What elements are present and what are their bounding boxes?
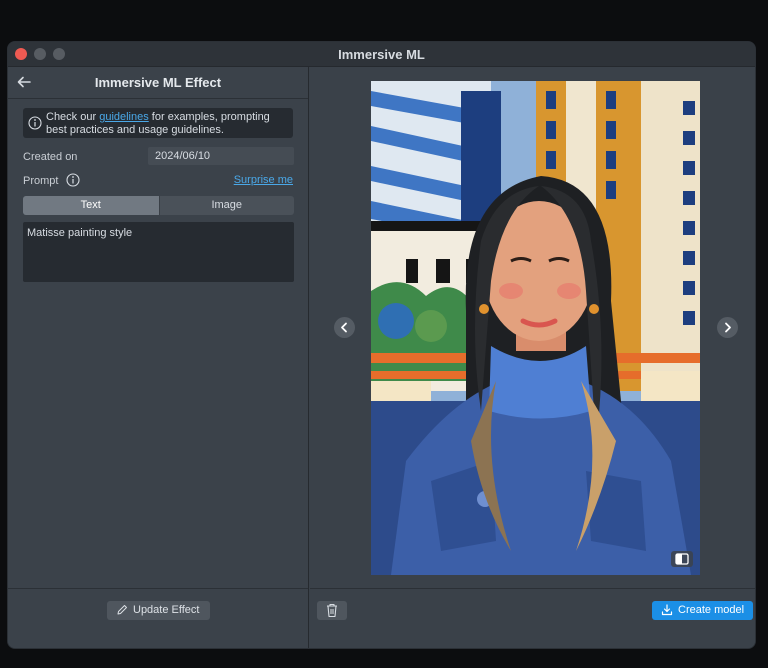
pencil-icon [117, 605, 127, 615]
left-footer: Update Effect [8, 588, 308, 648]
create-model-label: Create model [678, 604, 745, 616]
guidelines-text: Check our guidelines for examples, promp… [46, 111, 286, 136]
prompt-label: Prompt [23, 175, 59, 187]
chevron-right-icon [725, 322, 731, 333]
create-model-button[interactable]: Create model [652, 601, 753, 620]
guidelines-info-box: Check our guidelines for examples, promp… [23, 108, 293, 138]
delete-button[interactable] [317, 601, 347, 620]
surprise-me-link[interactable]: Surprise me [234, 174, 293, 186]
created-on-label: Created on [23, 151, 78, 163]
effect-settings-panel: Immersive ML Effect Check our guidelines… [8, 67, 309, 648]
window-title: Immersive ML [338, 47, 425, 62]
update-effect-label: Update Effect [133, 604, 200, 616]
app-window: Immersive ML Immersive ML Effect Check o… [7, 41, 756, 649]
split-view-icon [675, 553, 689, 565]
compare-toggle-icon[interactable] [671, 551, 693, 567]
painted-portrait-image [371, 81, 700, 575]
panel-title: Immersive ML Effect [94, 75, 222, 90]
preview-image [371, 81, 700, 575]
prompt-info-icon[interactable] [66, 173, 80, 187]
download-icon [661, 604, 673, 616]
prompt-type-selector: Text Image [23, 196, 294, 215]
trash-icon [327, 603, 337, 618]
guidelines-link[interactable]: guidelines [99, 111, 149, 123]
prompt-input[interactable]: Matisse painting style [23, 222, 294, 282]
created-on-field: 2024/06/10 [148, 147, 294, 165]
title-bar: Immersive ML [8, 42, 755, 67]
panel-header: Immersive ML Effect [8, 67, 308, 99]
tab-image[interactable]: Image [158, 196, 295, 215]
info-icon [28, 116, 42, 130]
update-effect-button[interactable]: Update Effect [107, 601, 210, 620]
info-prefix: Check our [46, 111, 100, 123]
tab-text[interactable]: Text [23, 196, 159, 215]
previous-button[interactable] [334, 317, 355, 338]
right-footer: Create model [310, 588, 755, 648]
next-button[interactable] [717, 317, 738, 338]
chevron-left-icon [341, 322, 347, 333]
preview-panel: Create model [310, 67, 755, 648]
